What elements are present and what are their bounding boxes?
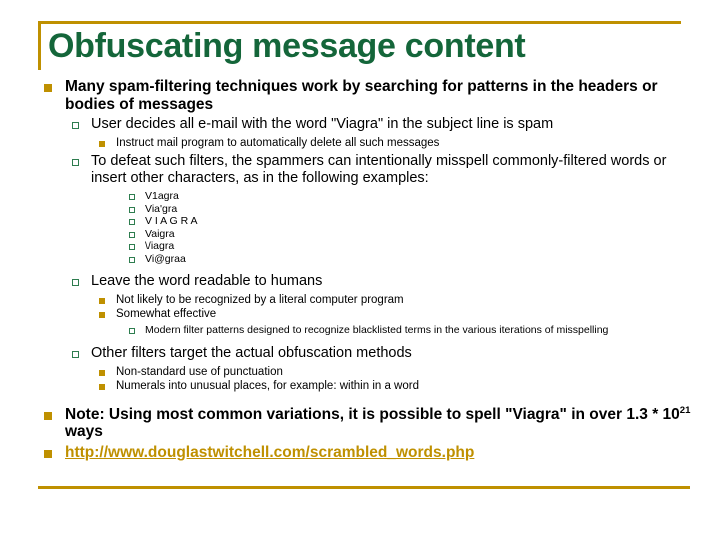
bullet-text: To defeat such filters, the spammers can… [91,153,667,186]
bullet-square-filled-icon [44,84,52,92]
bullet-text: Numerals into unusual places, for exampl… [116,379,419,392]
bullet-text: Instruct mail program to automatically d… [116,137,440,149]
bullet-level4: Via'gra [34,203,700,216]
slide: Obfuscating message content Many spam-fi… [0,0,720,540]
example-text: Vi@graa [145,252,186,265]
bullet-text: Not likely to be recognized by a literal… [116,294,404,306]
bullet-level3: Somewhat effective [34,307,700,321]
bullet-square-hollow-small-icon [129,194,135,200]
bullet-square-hollow-icon [72,279,79,286]
bullet-square-filled-icon [44,449,52,458]
top-accent-rule [38,21,681,24]
example-text: V I A G R A [145,215,198,227]
bullet-square-hollow-icon [72,350,79,358]
bullet-level2: Other filters target the actual obfuscat… [34,345,700,362]
bullet-text: User decides all e-mail with the word "V… [91,116,554,132]
bullet-level3: Instruct mail program to automatically d… [34,136,700,150]
bullet-text: Non-standard use of punctuation [116,365,283,378]
bullet-level3: Numerals into unusual places, for exampl… [34,379,700,393]
note-text-post: ways [65,423,103,440]
bullet-level3: Not likely to be recognized by a literal… [34,293,700,307]
bullet-square-hollow-icon [72,159,79,166]
left-accent-rule [38,21,41,70]
bullet-level4: Vaigra [34,228,700,241]
bullet-square-filled-small-icon [99,298,105,304]
example-text: V1agra [145,190,179,202]
bullet-text: Other filters target the actual obfuscat… [91,344,412,361]
bullet-square-filled-small-icon [99,141,105,147]
bullet-level3: Non-standard use of punctuation [34,365,700,379]
bullet-level4: Modern filter patterns designed to recog… [34,324,700,337]
bullet-level4: V I A G R A [34,215,700,228]
bullet-level4: V1agra [34,190,700,203]
bullet-square-filled-small-icon [99,383,105,390]
bullet-square-filled-small-icon [99,369,105,376]
bullet-text: Somewhat effective [116,308,217,320]
bullet-square-hollow-small-icon [129,231,135,238]
bullet-text: Modern filter patterns designed to recog… [145,324,609,336]
bullet-level4: Vi@graa [34,253,700,266]
bullet-level4: \/iagra [34,240,700,253]
example-text: Via'gra [145,202,178,215]
bullet-level1-note: Note: Using most common variations, it i… [34,404,700,441]
bullet-level1: Many spam-filtering techniques work by s… [34,78,700,113]
note-exponent: 21 [679,404,691,416]
bullet-square-filled-icon [44,411,52,420]
bottom-accent-rule [38,486,690,489]
slide-title: Obfuscating message content [48,27,526,65]
slide-body: Many spam-filtering techniques work by s… [34,78,700,462]
example-text: Vaigra [145,227,175,240]
bullet-square-hollow-icon [72,122,79,129]
bullet-level2: To defeat such filters, the spammers can… [34,153,700,187]
bullet-square-hollow-small-icon [129,328,135,334]
example-text: \/iagra [145,240,175,252]
bullet-level2: User decides all e-mail with the word "V… [34,116,700,133]
bullet-square-hollow-small-icon [129,219,135,225]
link-container: http://www.douglastwitchell.com/scramble… [65,444,700,462]
bullet-level2: Leave the word readable to humans [34,273,700,290]
bullet-square-hollow-small-icon [129,244,135,250]
bullet-square-filled-small-icon [99,312,105,318]
external-link[interactable]: http://www.douglastwitchell.com/scramble… [65,444,474,461]
bullet-text: Leave the word readable to humans [91,273,323,289]
note-text-pre: Note: Using most common variations, it i… [65,405,680,423]
bullet-square-hollow-small-icon [129,256,135,263]
bullet-level1-link: http://www.douglastwitchell.com/scramble… [34,444,700,462]
note-text: Note: Using most common variations, it i… [65,404,700,441]
bullet-square-hollow-small-icon [129,206,135,213]
bullet-text: Many spam-filtering techniques work by s… [65,78,658,113]
